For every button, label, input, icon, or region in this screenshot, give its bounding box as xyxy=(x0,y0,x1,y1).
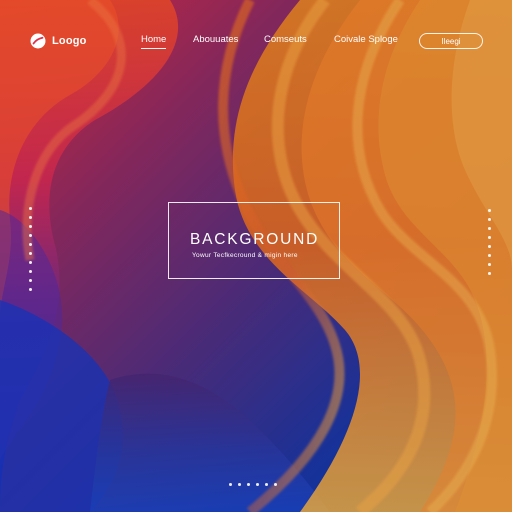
left-pagination-dot[interactable] xyxy=(28,288,32,291)
right-pagination-dot[interactable] xyxy=(487,227,491,230)
bottom-pagination-dot[interactable] xyxy=(265,482,268,486)
left-pagination-dot[interactable] xyxy=(28,270,32,273)
hero-title: BACKGROUND xyxy=(190,231,320,248)
left-pagination-dots[interactable] xyxy=(27,207,33,291)
nav-contacts[interactable]: Comseuts xyxy=(264,34,307,45)
left-pagination-dot[interactable] xyxy=(28,207,32,210)
left-pagination-dot[interactable] xyxy=(28,225,32,228)
right-pagination-dot[interactable] xyxy=(487,263,491,266)
right-pagination-dot[interactable] xyxy=(487,218,491,221)
bottom-pagination-dot[interactable] xyxy=(274,482,277,486)
hero-subtitle: Yowur Tecfkecround & migin here xyxy=(192,252,298,259)
nav-home[interactable]: Home xyxy=(141,34,167,49)
left-pagination-dot[interactable] xyxy=(28,279,32,282)
bottom-pagination-dot[interactable] xyxy=(247,482,250,486)
right-pagination-dot[interactable] xyxy=(487,272,491,275)
bottom-pagination-dot[interactable] xyxy=(256,482,259,486)
right-pagination-dots[interactable] xyxy=(486,209,492,275)
bottom-pagination-dot[interactable] xyxy=(238,482,241,486)
right-pagination-dot[interactable] xyxy=(487,236,491,239)
left-pagination-dot[interactable] xyxy=(28,243,32,246)
brand-logo[interactable]: Loogo xyxy=(30,32,87,50)
logo-icon xyxy=(30,33,46,49)
left-pagination-dot[interactable] xyxy=(28,216,32,219)
left-pagination-dot[interactable] xyxy=(28,252,32,255)
bottom-pagination-dot[interactable] xyxy=(229,482,232,486)
left-pagination-dot[interactable] xyxy=(28,234,32,237)
logo-text: Loogo xyxy=(52,35,87,47)
right-pagination-dot[interactable] xyxy=(487,245,491,248)
top-navigation: Loogo Home Abouuates Comseuts Coivale Sp… xyxy=(0,0,512,80)
right-pagination-dot[interactable] xyxy=(487,254,491,257)
nav-about[interactable]: Abouuates xyxy=(193,34,238,45)
right-pagination-dot[interactable] xyxy=(487,209,491,212)
nav-create[interactable]: Coivale Splоge xyxy=(334,34,398,45)
bottom-pagination-dots[interactable] xyxy=(229,481,277,487)
login-button[interactable]: Ileegi xyxy=(419,33,483,49)
left-pagination-dot[interactable] xyxy=(28,261,32,264)
